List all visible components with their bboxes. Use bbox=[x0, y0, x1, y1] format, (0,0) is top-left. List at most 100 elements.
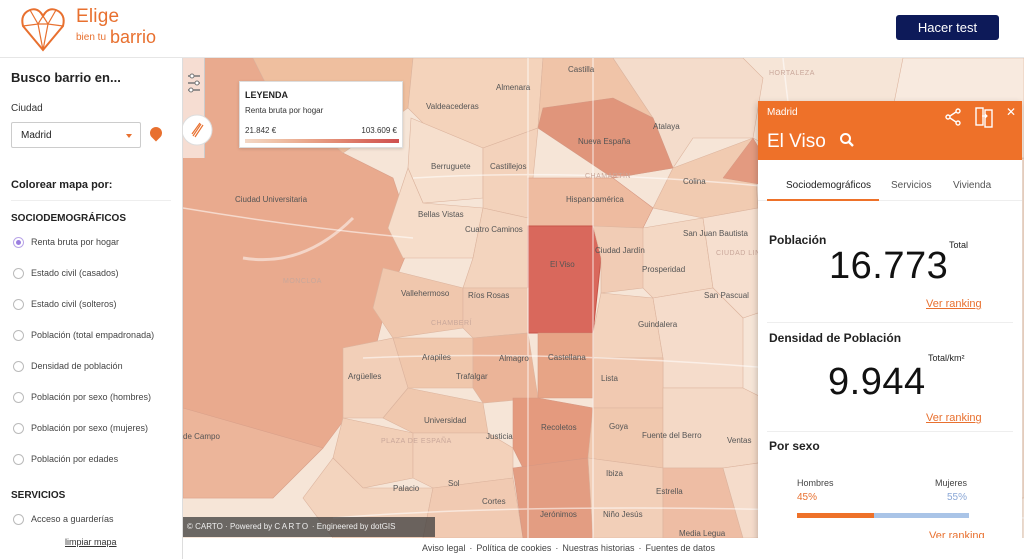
radio-option-renta[interactable]: Renta bruta por hogar bbox=[13, 235, 119, 249]
map-label: de Campo bbox=[183, 432, 220, 441]
brand-name-line1: Elige bbox=[76, 6, 120, 27]
radio-button-selected[interactable] bbox=[13, 236, 24, 248]
map-label: Lista bbox=[601, 374, 618, 383]
compare-icon[interactable] bbox=[974, 106, 994, 128]
section-socio-heading: SOCIODEMOGRÁFICOS bbox=[11, 213, 127, 224]
densidad-unit: Total/km² bbox=[928, 353, 965, 363]
radio-button[interactable] bbox=[13, 391, 24, 403]
map-label: Universidad bbox=[424, 416, 467, 425]
map-label: Goya bbox=[609, 422, 629, 431]
footer-links: Aviso legal · Política de cookies · Nuestras… bbox=[422, 543, 716, 553]
poblacion-value: 16.773 bbox=[829, 245, 949, 287]
map-label: Trafalgar bbox=[456, 372, 488, 381]
map-label: Castillejos bbox=[490, 162, 527, 171]
radio-button[interactable] bbox=[13, 329, 24, 341]
engineered-by-text[interactable]: Engineered by dotGIS bbox=[317, 522, 396, 531]
map-label: Valdeacederas bbox=[426, 102, 479, 111]
share-icon[interactable] bbox=[944, 108, 962, 126]
radio-option-hombres[interactable]: Población por sexo (hombres) bbox=[13, 390, 151, 404]
radio-button[interactable] bbox=[13, 267, 24, 279]
map-label: Colina bbox=[683, 177, 706, 186]
radio-label: Estado civil (casados) bbox=[31, 268, 119, 278]
footer-link-historias[interactable]: Nuestras historias bbox=[562, 543, 634, 553]
poblacion-ranking-link[interactable]: Ver ranking bbox=[926, 298, 982, 310]
map-label: Jerónimos bbox=[540, 510, 577, 519]
panel-city: Madrid bbox=[767, 107, 798, 118]
map-label: El Viso bbox=[550, 260, 575, 269]
radio-label: Población por sexo (hombres) bbox=[31, 392, 152, 402]
map-label: Sol bbox=[448, 479, 460, 488]
chevron-down-icon bbox=[126, 134, 132, 138]
map-label: Berruguete bbox=[431, 162, 471, 171]
map-label: Castilla bbox=[568, 65, 595, 74]
map-label: PLAZA DE ESPAÑA bbox=[381, 438, 452, 445]
map-label: Media Legua bbox=[679, 529, 726, 538]
map-label: Guindalera bbox=[638, 320, 678, 329]
radio-option-poblacion[interactable]: Población (total empadronada) bbox=[13, 328, 154, 342]
hombres-pct: 45% bbox=[797, 492, 818, 503]
footer-link-aviso[interactable]: Aviso legal bbox=[422, 543, 465, 553]
map-label: Fuente del Berro bbox=[642, 431, 702, 440]
radio-button[interactable] bbox=[13, 513, 24, 525]
radio-option-densidad[interactable]: Densidad de población bbox=[13, 359, 123, 373]
radio-label: Acceso a guarderías bbox=[31, 514, 114, 524]
map-label: Ventas bbox=[727, 436, 752, 445]
paint-brush-icon[interactable] bbox=[183, 110, 213, 154]
hombres-label: Hombres bbox=[797, 478, 834, 488]
hombres-share-bar bbox=[797, 513, 874, 518]
carto-logo: CARTO bbox=[274, 522, 310, 531]
map-label: Ibiza bbox=[606, 469, 623, 478]
radio-button[interactable] bbox=[13, 453, 24, 465]
map-label: MONCLOA bbox=[283, 278, 322, 285]
city-select-value: Madrid bbox=[21, 130, 52, 141]
section-services-heading: SERVICIOS bbox=[11, 490, 66, 501]
radio-option-mujeres[interactable]: Población por sexo (mujeres) bbox=[13, 421, 148, 435]
radio-label: Población por edades bbox=[31, 454, 119, 464]
footer-link-cookies[interactable]: Política de cookies bbox=[476, 543, 551, 553]
color-map-by-heading: Colorear mapa por: bbox=[11, 179, 113, 191]
map-label: Hispanoamérica bbox=[566, 195, 624, 204]
city-select[interactable]: Madrid bbox=[11, 122, 141, 148]
location-pin-icon[interactable] bbox=[147, 124, 165, 142]
divider bbox=[11, 200, 171, 201]
map-label: Cuatro Caminos bbox=[465, 225, 523, 234]
search-icon[interactable] bbox=[839, 132, 855, 148]
clear-map-link[interactable]: limpiar mapa bbox=[65, 537, 117, 547]
radio-button[interactable] bbox=[13, 360, 24, 372]
sliders-icon[interactable] bbox=[183, 68, 205, 112]
radio-label: Estado civil (solteros) bbox=[31, 299, 117, 309]
city-label: Ciudad bbox=[11, 103, 43, 114]
brand-name-line2b: barrio bbox=[110, 27, 157, 47]
footer-link-fuentes[interactable]: Fuentes de datos bbox=[645, 543, 715, 553]
legend-max: 103.609 € bbox=[361, 126, 397, 135]
close-icon[interactable]: ✕ bbox=[1006, 105, 1016, 119]
densidad-ranking-link[interactable]: Ver ranking bbox=[926, 412, 982, 424]
tab-servicios[interactable]: Servicios bbox=[891, 180, 932, 191]
panel-tabs: Sociodemográficos Servicios Vivienda bbox=[758, 172, 1022, 201]
page-footer: Aviso legal · Política de cookies · Nuestras… bbox=[183, 538, 1024, 559]
map-legend: LEYENDA Renta bruta por hogar 21.842 € 1… bbox=[239, 81, 403, 148]
radio-button[interactable] bbox=[13, 422, 24, 434]
radio-option-guarderias[interactable]: Acceso a guarderías bbox=[13, 512, 114, 526]
panel-neighborhood-name: El Viso bbox=[767, 131, 826, 152]
tab-vivienda[interactable]: Vivienda bbox=[953, 180, 991, 191]
carto-copyright[interactable]: © CARTO bbox=[187, 522, 223, 531]
map-label: Bellas Vistas bbox=[418, 210, 464, 219]
take-test-button[interactable]: Hacer test bbox=[896, 15, 999, 40]
legend-subtitle: Renta bruta por hogar bbox=[245, 106, 324, 115]
heart-logo-icon[interactable] bbox=[18, 4, 68, 54]
map-toolbar bbox=[183, 58, 213, 158]
legend-title: LEYENDA bbox=[245, 90, 289, 100]
radio-option-casados[interactable]: Estado civil (casados) bbox=[13, 266, 119, 280]
map-label: Estrella bbox=[656, 487, 683, 496]
map-label: San Pascual bbox=[704, 291, 749, 300]
tab-sociodemograficos[interactable]: Sociodemográficos bbox=[786, 180, 871, 191]
sidebar-title: Busco barrio en... bbox=[11, 70, 121, 85]
legend-min: 21.842 € bbox=[245, 126, 277, 135]
map-label: Almenara bbox=[496, 83, 531, 92]
radio-option-edades[interactable]: Población por edades bbox=[13, 452, 118, 466]
map-label: Castellana bbox=[548, 353, 586, 362]
radio-button[interactable] bbox=[13, 298, 24, 310]
radio-option-solteros[interactable]: Estado civil (solteros) bbox=[13, 297, 117, 311]
radio-label: Densidad de población bbox=[31, 361, 123, 371]
